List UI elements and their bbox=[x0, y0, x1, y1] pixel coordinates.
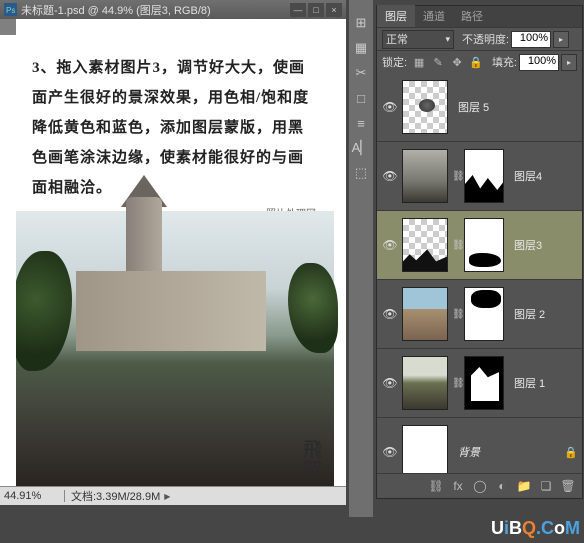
layer-name[interactable]: 背景 bbox=[458, 444, 480, 460]
composite-image: 飛絮 bbox=[16, 211, 334, 487]
layer-row[interactable]: 👁 ⛓ 图层3 bbox=[377, 211, 582, 280]
layer-thumbnail[interactable] bbox=[402, 80, 448, 134]
document-window: Ps 未标题-1.psd @ 44.9% (图层3, RGB/8) — □ × … bbox=[0, 0, 346, 505]
visibility-eye-icon[interactable]: 👁 bbox=[381, 305, 399, 323]
link-layers-icon[interactable]: ⛓ bbox=[427, 477, 445, 495]
tool-shape[interactable]: ⬚ bbox=[350, 162, 372, 184]
tab-channels[interactable]: 通道 bbox=[415, 5, 453, 27]
svg-text:Ps: Ps bbox=[6, 6, 15, 15]
instruction-text: 3、拖入素材图片3，调节好大大，使画面产生很好的景深效果，用色相/饱和度降低黄色… bbox=[16, 35, 334, 211]
visibility-eye-icon[interactable]: 👁 bbox=[381, 167, 399, 185]
lock-row: 锁定: ▦ ✎ ✥ 🔒 填充: 100% ▸ bbox=[377, 50, 582, 73]
visibility-eye-icon[interactable]: 👁 bbox=[381, 443, 399, 461]
fill-label: 填充: bbox=[492, 54, 517, 70]
layer-row[interactable]: 👁 图层 5 bbox=[377, 73, 582, 142]
title-text: 未标题-1.psd @ 44.9% (图层3, RGB/8) bbox=[21, 2, 211, 18]
fill-arrow[interactable]: ▸ bbox=[561, 54, 577, 71]
signature: 飛絮 bbox=[300, 439, 320, 479]
panel-bottom: ⛓ fx ◯ ◐ 📁 ❏ 🗑 bbox=[377, 473, 582, 498]
layer-row[interactable]: 👁 ⛓ 图层4 bbox=[377, 142, 582, 211]
visibility-eye-icon[interactable]: 👁 bbox=[381, 374, 399, 392]
layer-row[interactable]: 👁 ⛓ 图层 2 bbox=[377, 280, 582, 349]
layer-thumbnail[interactable] bbox=[402, 356, 448, 410]
tool-type[interactable]: A▏ bbox=[350, 137, 372, 159]
zoom-level[interactable]: 44.91% bbox=[0, 490, 65, 502]
opacity-label: 不透明度: bbox=[462, 31, 509, 47]
fx-icon[interactable]: fx bbox=[449, 477, 467, 495]
lock-all-icon[interactable]: 🔒 bbox=[468, 54, 484, 70]
canvas-area[interactable]: 3、拖入素材图片3，调节好大大，使画面产生很好的景深效果，用色相/饱和度降低黄色… bbox=[16, 35, 346, 487]
blend-row: 正常 不透明度: 100% ▸ bbox=[377, 27, 582, 50]
adjustment-icon[interactable]: ◐ bbox=[493, 477, 511, 495]
link-icon[interactable]: ⛓ bbox=[452, 309, 464, 320]
mask-icon[interactable]: ◯ bbox=[471, 477, 489, 495]
maximize-button[interactable]: □ bbox=[308, 3, 324, 17]
tool-align[interactable]: ≡ bbox=[350, 112, 372, 134]
link-icon[interactable]: ⛓ bbox=[452, 240, 464, 251]
statusbar: 44.91% 文档:3.39M/28.9M ▶ bbox=[0, 486, 346, 505]
layer-name[interactable]: 图层 2 bbox=[514, 306, 545, 322]
app-icon: Ps bbox=[4, 3, 17, 16]
blend-mode-dropdown[interactable]: 正常 bbox=[382, 30, 454, 49]
trash-icon[interactable]: 🗑 bbox=[559, 477, 577, 495]
layer-thumbnail[interactable] bbox=[402, 425, 448, 473]
layer-mask-thumbnail[interactable] bbox=[464, 356, 504, 410]
titlebar[interactable]: Ps 未标题-1.psd @ 44.9% (图层3, RGB/8) — □ × bbox=[0, 0, 346, 19]
opacity-input[interactable]: 100% bbox=[511, 31, 551, 48]
layer-mask-thumbnail[interactable] bbox=[464, 287, 504, 341]
layer-row-background[interactable]: 👁 背景 🔒 bbox=[377, 418, 582, 473]
visibility-eye-icon[interactable]: 👁 bbox=[381, 236, 399, 254]
canvas: 3、拖入素材图片3，调节好大大，使画面产生很好的景深效果，用色相/饱和度降低黄色… bbox=[16, 35, 334, 487]
tool-brush[interactable]: ▦ bbox=[350, 37, 372, 59]
tool-slice[interactable]: □ bbox=[350, 87, 372, 109]
lock-pixels-icon[interactable]: ✎ bbox=[430, 54, 446, 70]
chevron-right-icon[interactable]: ▶ bbox=[164, 492, 170, 501]
tool-crop[interactable]: ✂ bbox=[350, 62, 372, 84]
layers-panel: 图层 通道 路径 正常 不透明度: 100% ▸ 锁定: ▦ ✎ ✥ 🔒 填充:… bbox=[376, 5, 583, 499]
layer-thumbnail[interactable] bbox=[402, 218, 448, 272]
tool-arrange[interactable]: ⊞ bbox=[350, 12, 372, 34]
link-icon[interactable]: ⛓ bbox=[452, 171, 464, 182]
layer-thumbnail[interactable] bbox=[402, 287, 448, 341]
tool-strip: ⊞ ▦ ✂ □ ≡ A▏ ⬚ bbox=[349, 0, 373, 517]
opacity-arrow[interactable]: ▸ bbox=[553, 31, 569, 48]
window-controls: — □ × bbox=[290, 3, 342, 17]
close-button[interactable]: × bbox=[326, 3, 342, 17]
folder-icon[interactable]: 📁 bbox=[515, 477, 533, 495]
doc-size: 文档:3.39M/28.9M bbox=[65, 488, 160, 504]
lock-position-icon[interactable]: ✥ bbox=[449, 54, 465, 70]
visibility-eye-icon[interactable]: 👁 bbox=[381, 98, 399, 116]
link-icon[interactable]: ⛓ bbox=[452, 378, 464, 389]
lock-transparency-icon[interactable]: ▦ bbox=[411, 54, 427, 70]
layer-row[interactable]: 👁 ⛓ 图层 1 bbox=[377, 349, 582, 418]
tab-layers[interactable]: 图层 bbox=[377, 5, 415, 27]
new-layer-icon[interactable]: ❏ bbox=[537, 477, 555, 495]
lock-icon: 🔒 bbox=[564, 446, 578, 459]
lock-label: 锁定: bbox=[382, 54, 407, 70]
layer-name[interactable]: 图层 5 bbox=[458, 99, 489, 115]
layer-name[interactable]: 图层 1 bbox=[514, 375, 545, 391]
minimize-button[interactable]: — bbox=[290, 3, 306, 17]
layers-list[interactable]: 👁 图层 5 👁 ⛓ 图层4 👁 ⛓ 图层3 👁 ⛓ 图层 2 👁 bbox=[377, 73, 582, 473]
watermark: UiBQ.CoM bbox=[491, 518, 580, 539]
fill-input[interactable]: 100% bbox=[519, 54, 559, 71]
tab-paths[interactable]: 路径 bbox=[453, 5, 491, 27]
layer-thumbnail[interactable] bbox=[402, 149, 448, 203]
ruler-vertical[interactable] bbox=[0, 35, 17, 487]
panel-tabs: 图层 通道 路径 bbox=[377, 6, 582, 27]
layer-mask-thumbnail[interactable] bbox=[464, 149, 504, 203]
ruler-horizontal[interactable] bbox=[16, 19, 346, 36]
layer-mask-thumbnail[interactable] bbox=[464, 218, 504, 272]
layer-name[interactable]: 图层3 bbox=[514, 237, 542, 253]
lock-icons: ▦ ✎ ✥ 🔒 bbox=[411, 54, 484, 70]
layer-name[interactable]: 图层4 bbox=[514, 168, 542, 184]
